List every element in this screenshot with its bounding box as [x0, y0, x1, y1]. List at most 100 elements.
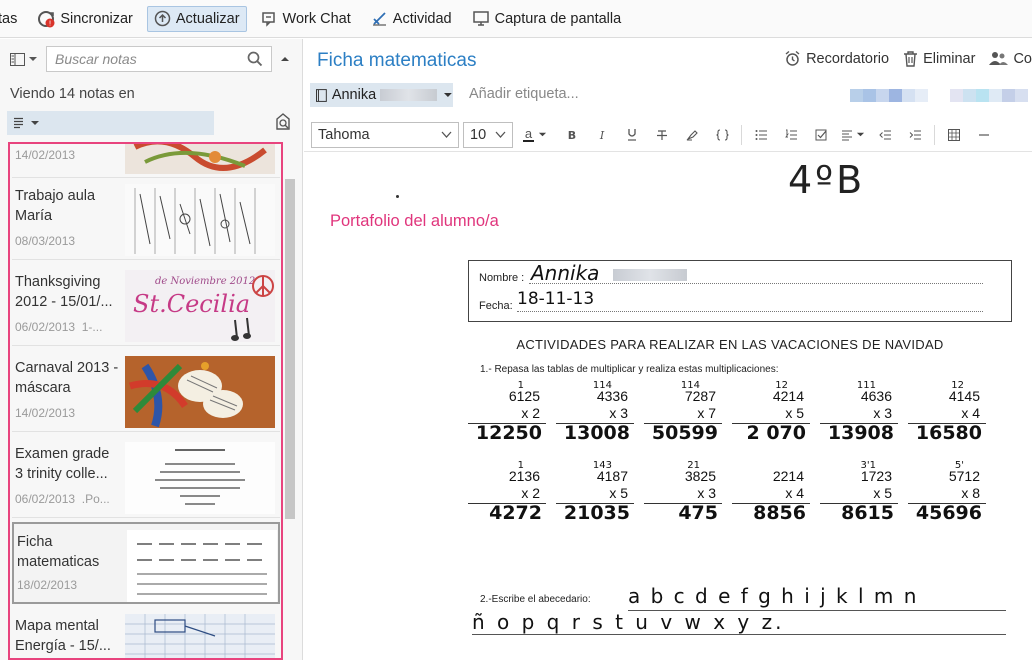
multiplication-problem: 114 7287 x 7 50599 [644, 380, 722, 450]
font-size-select[interactable]: 10 [463, 121, 513, 148]
reminder-button[interactable]: Recordatorio [784, 50, 889, 67]
bold-button[interactable]: B [557, 122, 587, 148]
sync-button[interactable]: ! Sincronizar [31, 6, 139, 32]
multiplicand: 4336 [596, 388, 628, 404]
note-list-panel: Viendo 14 notas en 14/02/2013 Trabajo au… [0, 39, 303, 660]
multiplier: x 8 [961, 485, 980, 501]
sum-line [820, 503, 898, 504]
text-color-button[interactable]: a [513, 122, 557, 148]
viewing-count-label: Viendo 14 notas en [10, 86, 135, 102]
screenshot-label: Captura de pantalla [494, 10, 622, 27]
multiplicand: 2136 [508, 468, 540, 484]
note-actions: Recordatorio Eliminar Co [770, 50, 1032, 67]
font-family-select[interactable]: Tahoma [311, 121, 459, 148]
italic-button[interactable]: I [587, 122, 617, 148]
activity-button[interactable]: Actividad [365, 6, 458, 32]
multiplication-row-1: 1 6125 x 2 12250 114 4336 x 3 13008 114 7287 x 7 50… [468, 380, 1028, 450]
note-date: 06/02/2013 1-... [15, 320, 103, 334]
outdent-button[interactable] [870, 122, 900, 148]
note-list-item[interactable]: Mapa mental Energía - 15/... [12, 608, 280, 658]
note-date: 06/02/2013 .Po... [15, 492, 110, 506]
multiplicand: 2214 [772, 468, 804, 484]
toolbar-partial-item[interactable]: tas [0, 6, 23, 32]
note-list: 14/02/2013 Trabajo aula María 08/03/2013… [8, 142, 283, 660]
note-body[interactable]: 4ºB Portafolio del alumno/a Nombre : Ann… [304, 152, 1032, 660]
svg-text:!: ! [49, 19, 52, 27]
share-button[interactable]: Co [989, 51, 1032, 67]
multiplication-row-2: 1 2136 x 2 4272 143 4187 x 5 21035 21 3825 x 3 475 2… [468, 460, 1028, 530]
code-braces-icon [715, 128, 729, 141]
horizontal-rule-button[interactable] [969, 122, 999, 148]
note-list-item[interactable]: Trabajo aula María 08/03/2013 [12, 178, 280, 260]
note-list-item-selected[interactable]: Ficha matematicas 18/02/2013 [12, 522, 280, 604]
upgrade-button[interactable]: Actualizar [146, 5, 247, 32]
note-list-item[interactable]: Thanksgiving 2012 - 15/01/... 06/02/2013… [12, 264, 280, 346]
product: 45696 [915, 502, 982, 524]
note-thumbnail [125, 144, 275, 174]
numbered-list-icon [784, 129, 797, 140]
worksheet-name-box: Nombre : Annika Fecha: 18-11-13 [468, 260, 1012, 322]
worksheet-image: Nombre : Annika Fecha: 18-11-13 ACTIVIDA… [450, 242, 1032, 660]
note-thumbnail [125, 184, 275, 256]
note-list-scrollbar[interactable] [285, 179, 295, 519]
toolbar-divider [934, 124, 935, 145]
sort-options-button[interactable] [7, 111, 214, 135]
outdent-icon [878, 129, 891, 140]
horizontal-rule-icon [979, 133, 989, 136]
screenshot-button[interactable]: Captura de pantalla [466, 6, 628, 32]
multiplier: x 7 [697, 405, 716, 421]
sum-line [644, 503, 722, 504]
class-heading: 4ºB [788, 158, 866, 202]
note-list-item[interactable]: Examen grade 3 trinity colle... 06/02/20… [12, 436, 280, 518]
note-title-field[interactable]: Ficha matematicas [317, 50, 476, 72]
view-options-button[interactable] [10, 52, 38, 66]
alphabet-line-1: a b c d e f g h i j k l m n [628, 584, 919, 608]
search-box[interactable] [46, 46, 272, 72]
indent-button[interactable] [900, 122, 930, 148]
product: 475 [678, 502, 718, 524]
search-icon[interactable] [247, 51, 263, 67]
multiplication-problem: 111 4636 x 3 13908 [820, 380, 898, 450]
sum-line [820, 423, 898, 424]
multiplication-problem: 2214 x 4 8856 [732, 460, 810, 530]
multiplier: x 2 [521, 485, 540, 501]
find-in-notes-icon[interactable] [274, 113, 292, 131]
numbered-list-button[interactable] [776, 122, 806, 148]
delete-button[interactable]: Eliminar [903, 50, 975, 67]
bullet-list-icon [755, 129, 767, 140]
redacted-surname [380, 89, 438, 101]
note-thumbnail [127, 530, 277, 602]
insert-table-button[interactable] [939, 122, 969, 148]
product: 2 070 [746, 422, 807, 444]
worksheet-name-label: Nombre : [479, 272, 525, 284]
reminder-label: Recordatorio [806, 50, 890, 67]
search-input[interactable] [55, 51, 235, 67]
add-tag-input[interactable]: Añadir etiqueta... [469, 86, 579, 102]
multiplicand: 7287 [684, 388, 716, 404]
notebook-selector[interactable]: Annika [310, 83, 453, 107]
trash-icon [904, 51, 918, 67]
note-title: Trabajo aula María [15, 188, 96, 224]
svg-text:de Noviembre 2012: de Noviembre 2012 [155, 276, 255, 287]
collapse-search-icon[interactable] [280, 54, 290, 64]
checkbox-button[interactable] [806, 122, 836, 148]
alphabet-line-2: ñ o p q r s t u v w x y z. [472, 610, 785, 634]
strikethrough-button[interactable] [647, 122, 677, 148]
product: 21035 [563, 502, 630, 524]
highlight-button[interactable] [677, 122, 707, 148]
work-chat-button[interactable]: Work Chat [255, 6, 357, 32]
indent-icon [909, 129, 921, 140]
bullet-list-button[interactable] [746, 122, 776, 148]
chevron-down-icon [29, 57, 37, 61]
multiplication-problem: 21 3825 x 3 475 [644, 460, 722, 530]
underline-button[interactable] [617, 122, 647, 148]
product: 16580 [915, 422, 982, 444]
note-list-item[interactable]: 14/02/2013 [12, 144, 280, 178]
note-list-item[interactable]: Carnaval 2013 - máscara 14/02/2013 [12, 350, 280, 432]
code-block-button[interactable] [707, 122, 737, 148]
product: 8615 [841, 502, 894, 524]
delete-label: Eliminar [923, 50, 976, 67]
ink-dot [396, 195, 399, 198]
multiplicand: 4145 [948, 388, 980, 404]
alignment-button[interactable] [836, 122, 870, 148]
